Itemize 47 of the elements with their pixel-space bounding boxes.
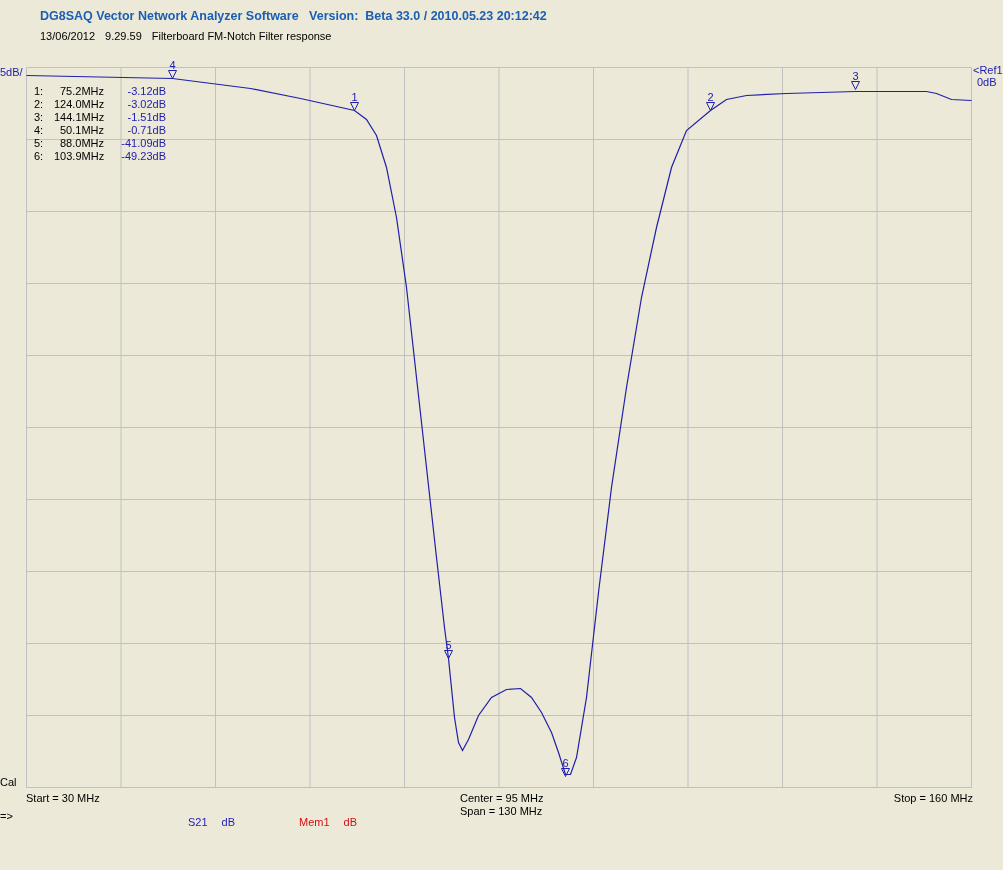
marker-number: 2	[707, 90, 714, 103]
marker-index: 1:	[34, 85, 45, 98]
marker-index: 2:	[34, 98, 45, 111]
marker-index: 6:	[34, 150, 45, 163]
reference-label: <Ref1	[973, 64, 1003, 76]
marker-index: 3:	[34, 111, 45, 124]
marker-frequency: 124.0MHz	[54, 98, 104, 111]
scale-label: 5dB/	[0, 66, 24, 78]
trace-name: Mem1	[299, 816, 330, 829]
marker-triangle-icon	[561, 768, 570, 777]
marker-frequency: 75.2MHz	[58, 85, 104, 98]
marker-triangle-icon	[350, 102, 359, 111]
date-text: 13/06/2012	[40, 29, 96, 43]
start-frequency: Start = 30 MHz	[26, 792, 100, 806]
marker-triangle-icon	[168, 70, 177, 79]
marker-index: 4:	[34, 124, 45, 137]
marker-frequency: 50.1MHz	[58, 124, 104, 137]
marker-value: -1.51dB	[126, 111, 166, 124]
window-title: DG8SAQ Vector Network Analyzer Software Version: Beta 33.0 / 2010.05.23 20:12:42	[40, 8, 548, 25]
cal-label: Cal	[0, 776, 18, 788]
center-frequency: Center = 95 MHz	[460, 792, 544, 805]
marker-number: 4	[169, 58, 176, 71]
marker-triangle-icon	[851, 81, 860, 90]
marker-value: -0.71dB	[126, 124, 166, 137]
marker-triangle-icon	[444, 650, 453, 659]
prompt-text: =>	[0, 810, 14, 824]
marker-frequency: 103.9MHz	[54, 150, 104, 163]
marker-number: 3	[852, 69, 859, 82]
marker-number: 5	[445, 638, 452, 651]
marker-index: 5:	[34, 137, 45, 150]
marker-value: -49.23dB	[120, 150, 166, 163]
time-text: 9.29.59	[105, 29, 142, 43]
marker-number: 1	[351, 90, 358, 103]
stop-frequency: Stop = 160 MHz	[893, 792, 973, 806]
marker-frequency: 144.1MHz	[54, 111, 104, 124]
marker-value: -3.12dB	[126, 85, 166, 98]
description-text: Filterboard FM-Notch Filter response	[151, 29, 332, 43]
trace-unit: dB	[343, 816, 358, 829]
marker-value: -41.09dB	[120, 137, 166, 150]
marker-frequency: 88.0MHz	[58, 137, 104, 150]
trace-name: S21	[188, 816, 208, 829]
marker-number: 6	[562, 756, 569, 769]
reference-value: 0dB	[976, 76, 998, 88]
marker-value: -3.02dB	[126, 98, 166, 111]
marker-triangle-icon	[706, 102, 715, 111]
span-frequency: Span = 130 MHz	[460, 805, 544, 818]
trace-unit: dB	[221, 816, 236, 829]
